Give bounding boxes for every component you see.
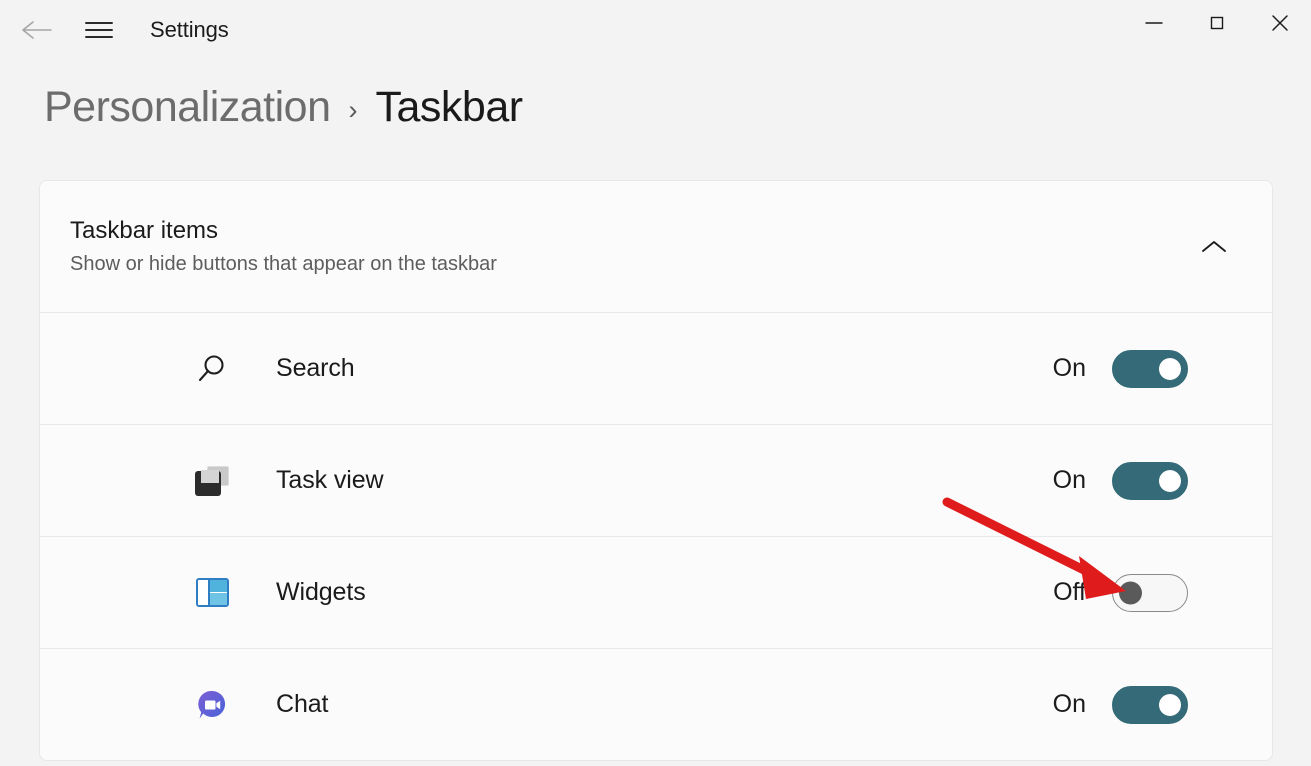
toggle-state-label: On	[1052, 354, 1086, 382]
search-icon	[192, 349, 232, 389]
close-icon[interactable]	[1248, 0, 1311, 46]
toggle-knob	[1119, 581, 1142, 604]
toggle-knob	[1159, 357, 1181, 380]
chat-toggle[interactable]	[1112, 685, 1188, 724]
back-arrow-icon[interactable]	[14, 10, 60, 50]
chat-icon	[192, 685, 232, 725]
minimize-icon[interactable]	[1122, 0, 1185, 46]
card-header[interactable]: Taskbar items Show or hide buttons that …	[40, 181, 1272, 312]
toggle-state-label: On	[1052, 466, 1086, 494]
window-controls	[1122, 0, 1311, 46]
maximize-icon[interactable]	[1185, 0, 1248, 46]
card-title: Taskbar items	[70, 217, 219, 245]
card-subtitle: Show or hide buttons that appear on the …	[70, 252, 497, 275]
search-toggle[interactable]	[1112, 349, 1188, 388]
toggle-state-label: Off	[1053, 578, 1086, 606]
taskbar-item-label: Search	[276, 354, 355, 382]
widgets-toggle[interactable]	[1112, 573, 1188, 612]
taskbar-item-row-task-view[interactable]: Task view On	[40, 424, 1272, 536]
app-title: Settings	[150, 17, 229, 42]
taskbar-item-label: Task view	[276, 466, 384, 494]
taskbar-items-card: Taskbar items Show or hide buttons that …	[39, 180, 1273, 761]
widgets-icon	[192, 573, 232, 613]
breadcrumb-parent-link[interactable]: Personalization	[44, 83, 331, 132]
taskbar-item-label: Chat	[276, 690, 329, 718]
toggle-knob	[1159, 469, 1181, 492]
taskbar-item-row-chat[interactable]: Chat On	[40, 648, 1272, 760]
page-title: Taskbar	[375, 82, 524, 131]
titlebar: Settings	[0, 0, 1311, 60]
breadcrumb-separator-icon: ›	[348, 94, 358, 125]
task-view-icon	[192, 461, 232, 501]
toggle-knob	[1159, 693, 1181, 716]
card-header-text: Taskbar items Show or hide buttons that …	[70, 215, 1190, 277]
toggle-state-label: On	[1052, 690, 1086, 718]
task-view-toggle[interactable]	[1112, 461, 1188, 500]
taskbar-item-row-search[interactable]: Search On	[40, 312, 1272, 424]
hamburger-menu-icon[interactable]	[76, 10, 122, 50]
breadcrumb: Personalization › Taskbar	[0, 70, 1311, 144]
taskbar-item-row-widgets[interactable]: Widgets Off	[40, 536, 1272, 648]
chevron-up-icon[interactable]	[1190, 225, 1238, 269]
taskbar-item-label: Widgets	[276, 578, 366, 606]
